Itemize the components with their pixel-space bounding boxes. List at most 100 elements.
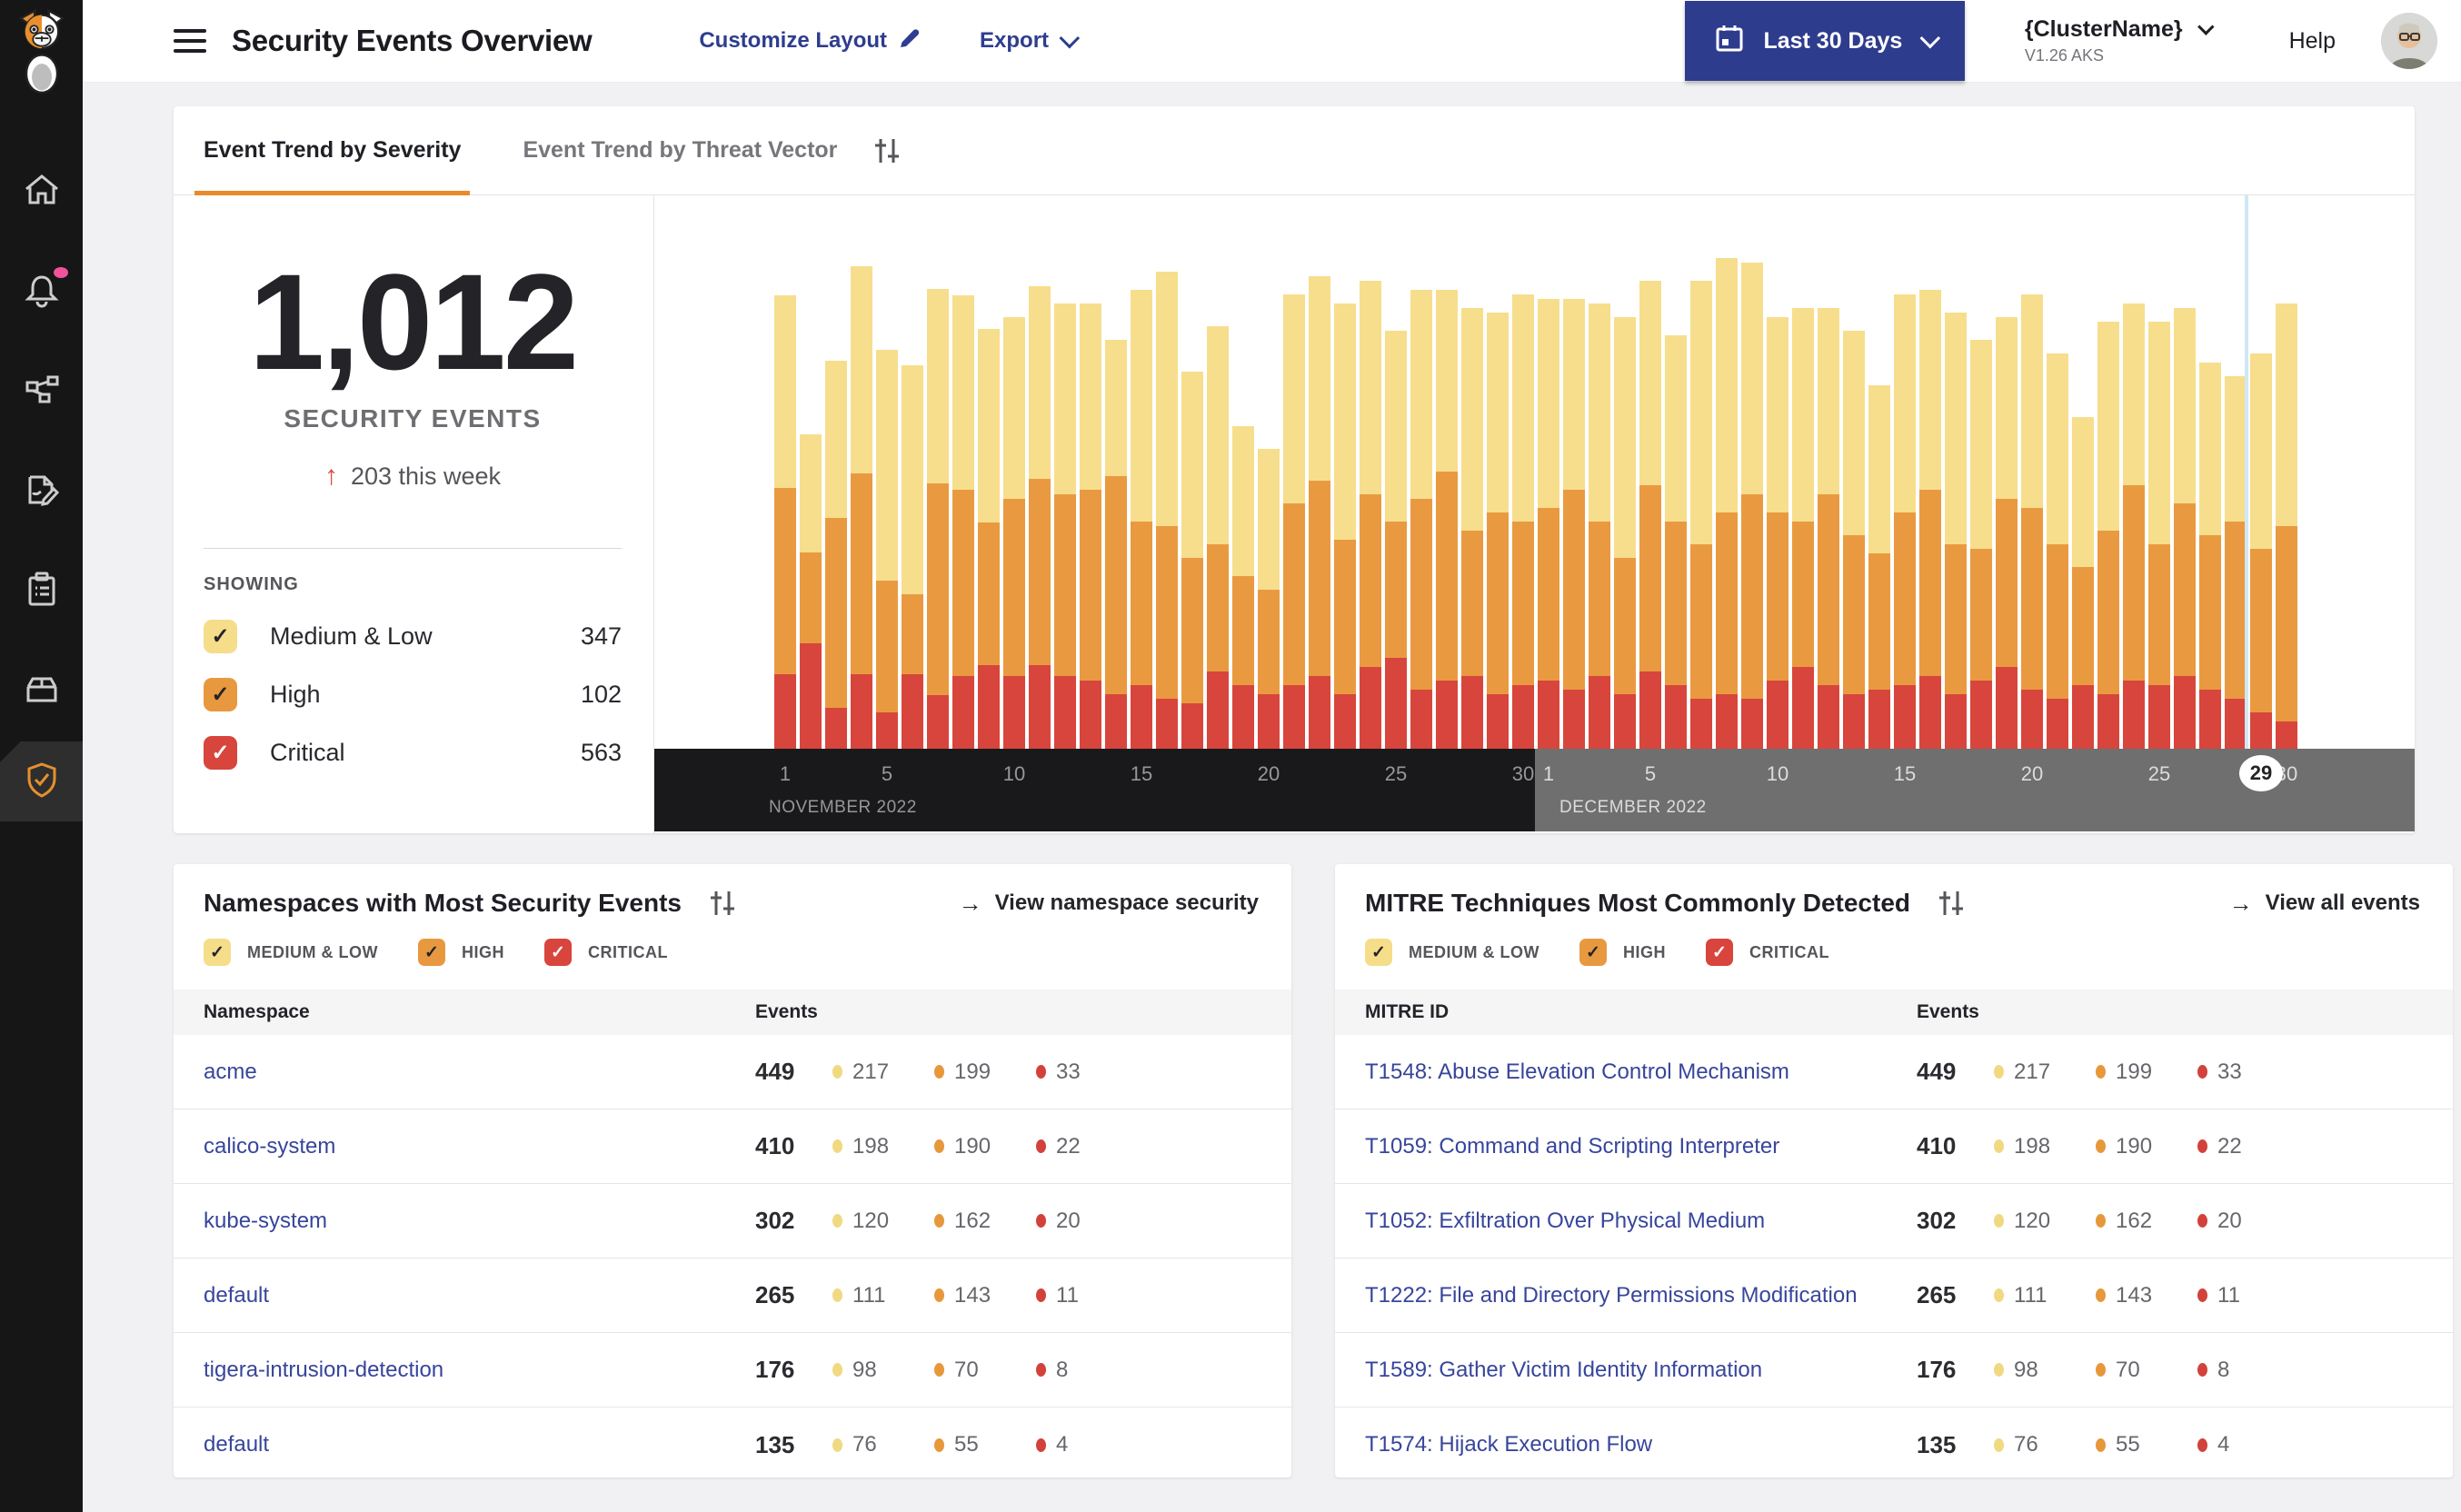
critical-dot-icon — [1036, 1065, 1046, 1079]
sidebar-item-policies[interactable] — [0, 442, 83, 542]
month-label: DECEMBER 2022 — [1559, 798, 1707, 817]
severity-filter-critical: ✓ Critical 563 — [204, 736, 622, 770]
chart-settings-icon[interactable] — [872, 135, 902, 166]
namespace-link[interactable]: tigera-intrusion-detection — [204, 1358, 755, 1383]
stacked-bar — [2174, 308, 2196, 749]
sidebar-item-compliance-reports[interactable] — [0, 542, 83, 642]
axis-tick: 10 — [1002, 762, 1026, 785]
events-total: 265 — [1917, 1281, 1957, 1308]
stacked-bar — [1181, 372, 1203, 749]
mitre-filter-medium-low[interactable]: ✓ MEDIUM & LOW — [1365, 939, 1539, 966]
chevron-down-icon — [1059, 27, 1081, 49]
help-link[interactable]: Help — [2289, 28, 2336, 55]
sidebar-item-threat-defense[interactable] — [0, 741, 83, 821]
filter-checkbox-medium-low[interactable]: ✓ — [204, 620, 237, 653]
chevron-down-icon — [2197, 18, 2215, 35]
mitre-technique-link[interactable]: T1052: Exfiltration Over Physical Medium — [1365, 1209, 1917, 1234]
page-title: Security Events Overview — [232, 24, 593, 57]
stacked-bar — [1792, 308, 1814, 749]
namespaces-filter-critical[interactable]: ✓ CRITICAL — [543, 939, 668, 966]
events-total: 449 — [755, 1058, 795, 1085]
shield-check-icon — [22, 760, 62, 804]
view-all-events-link[interactable]: → View all events — [2229, 890, 2420, 918]
view-namespace-security-link[interactable]: → View namespace security — [959, 890, 1259, 918]
high-dot-icon — [934, 1065, 944, 1079]
checkbox-critical[interactable]: ✓ — [1705, 939, 1733, 966]
namespace-link[interactable]: calico-system — [204, 1134, 755, 1159]
stacked-bar — [1894, 294, 1916, 749]
medium-dot-icon — [1994, 1139, 2004, 1153]
checkbox-high[interactable]: ✓ — [417, 939, 445, 966]
critical-dot-icon — [2197, 1288, 2207, 1302]
events-total: 176 — [755, 1356, 795, 1383]
total-security-events: 1,012 — [248, 245, 579, 398]
stacked-bar — [1207, 326, 1229, 749]
namespaces-card: Namespaces with Most Security Events → V… — [174, 864, 1291, 1477]
mitre-technique-link[interactable]: T1574: Hijack Execution Flow — [1365, 1432, 1917, 1457]
mitre-technique-link[interactable]: T1059: Command and Scripting Interpreter — [1365, 1134, 1917, 1159]
namespace-link[interactable]: kube-system — [204, 1209, 755, 1234]
customize-layout-button[interactable]: Customize Layout — [699, 26, 922, 56]
service-graph-icon — [22, 370, 62, 414]
critical-count: 563 — [580, 739, 622, 766]
checkbox-critical[interactable]: ✓ — [543, 939, 572, 966]
namespace-link[interactable]: default — [204, 1283, 755, 1308]
stacked-bar — [1003, 317, 1025, 749]
sidebar-item-service-graph[interactable] — [0, 342, 83, 442]
export-button[interactable]: Export — [980, 27, 1081, 54]
stacked-bar — [2123, 303, 2145, 749]
mitre-technique-link[interactable]: T1548: Abuse Elevation Control Mechanism — [1365, 1059, 1917, 1085]
cluster-selector[interactable]: {ClusterName} V1.26 AKS — [2025, 16, 2215, 65]
tab-event-trend-by-threat-vector[interactable]: Event Trend by Threat Vector — [513, 106, 846, 194]
table-row: T1574: Hijack Execution Flow 135 76 55 4 — [1365, 1430, 2230, 1458]
sidebar-item-home[interactable] — [0, 142, 83, 242]
event-trend-card: Event Trend by Severity Event Trend by T… — [174, 106, 2415, 833]
user-avatar[interactable] — [2381, 13, 2437, 69]
critical-dot-icon — [2197, 1065, 2207, 1079]
bottom-cards-row: Namespaces with Most Security Events → V… — [174, 864, 2453, 1477]
stats-divider — [204, 548, 622, 549]
namespace-link[interactable]: acme — [204, 1059, 755, 1085]
arrow-right-icon: → — [958, 889, 982, 917]
events-total: 302 — [755, 1207, 795, 1234]
chevron-down-icon — [1919, 27, 1941, 49]
checkbox-medium-low[interactable]: ✓ — [204, 939, 231, 966]
high-count: 102 — [580, 681, 622, 708]
namespaces-settings-icon[interactable] — [707, 888, 738, 919]
sidebar-item-alerts[interactable] — [0, 242, 83, 342]
axis-tick: 20 — [1257, 762, 1280, 785]
namespaces-filter-high[interactable]: ✓ HIGH — [417, 939, 504, 966]
sidebar-item-workloads[interactable] — [0, 642, 83, 741]
stacked-bar — [2250, 353, 2272, 749]
critical-dot-icon — [1036, 1363, 1046, 1377]
mitre-technique-link[interactable]: T1222: File and Directory Permissions Mo… — [1365, 1283, 1917, 1308]
filter-checkbox-high[interactable]: ✓ — [204, 678, 237, 711]
severity-trend-chart[interactable]: 1 5 10 15 20 25 30 NOVEMBER 2022 1 5 10 15 20 25 30 DEC… — [654, 195, 2415, 833]
stacked-bar — [1054, 303, 1076, 749]
medium-low-count: 347 — [580, 622, 622, 650]
hamburger-menu-icon[interactable] — [174, 23, 206, 59]
namespaces-filter-medium-low[interactable]: ✓ MEDIUM & LOW — [204, 939, 378, 966]
stacked-bar — [2021, 294, 2043, 749]
filter-checkbox-critical[interactable]: ✓ — [204, 736, 237, 770]
axis-tick: 15 — [1893, 762, 1917, 785]
events-total: 302 — [1917, 1207, 1957, 1234]
mitre-filter-critical[interactable]: ✓ CRITICAL — [1705, 939, 1829, 966]
mitre-settings-icon[interactable] — [1936, 888, 1967, 919]
mitre-technique-link[interactable]: T1589: Gather Victim Identity Informatio… — [1365, 1358, 1917, 1383]
checkbox-medium-low[interactable]: ✓ — [1365, 939, 1392, 966]
critical-dot-icon — [1036, 1288, 1046, 1302]
namespace-link[interactable]: default — [204, 1432, 755, 1457]
selected-day-badge[interactable]: 29 — [2239, 755, 2283, 791]
tab-event-trend-by-severity[interactable]: Event Trend by Severity — [194, 106, 471, 195]
mitre-filter-high[interactable]: ✓ HIGH — [1579, 939, 1666, 966]
events-total: 449 — [1917, 1058, 1957, 1085]
cat-logo-icon[interactable] — [6, 7, 77, 94]
showing-label: SHOWING — [204, 574, 299, 594]
table-row: T1548: Abuse Elevation Control Mechanism… — [1335, 1035, 2453, 1109]
severity-filter-high: ✓ High 102 — [204, 678, 622, 711]
date-range-button[interactable]: Last 30 Days — [1684, 1, 1965, 81]
arrow-up-icon: ↑ — [324, 461, 338, 491]
checkbox-high[interactable]: ✓ — [1579, 939, 1607, 966]
axis-tick: 20 — [2020, 762, 2044, 785]
